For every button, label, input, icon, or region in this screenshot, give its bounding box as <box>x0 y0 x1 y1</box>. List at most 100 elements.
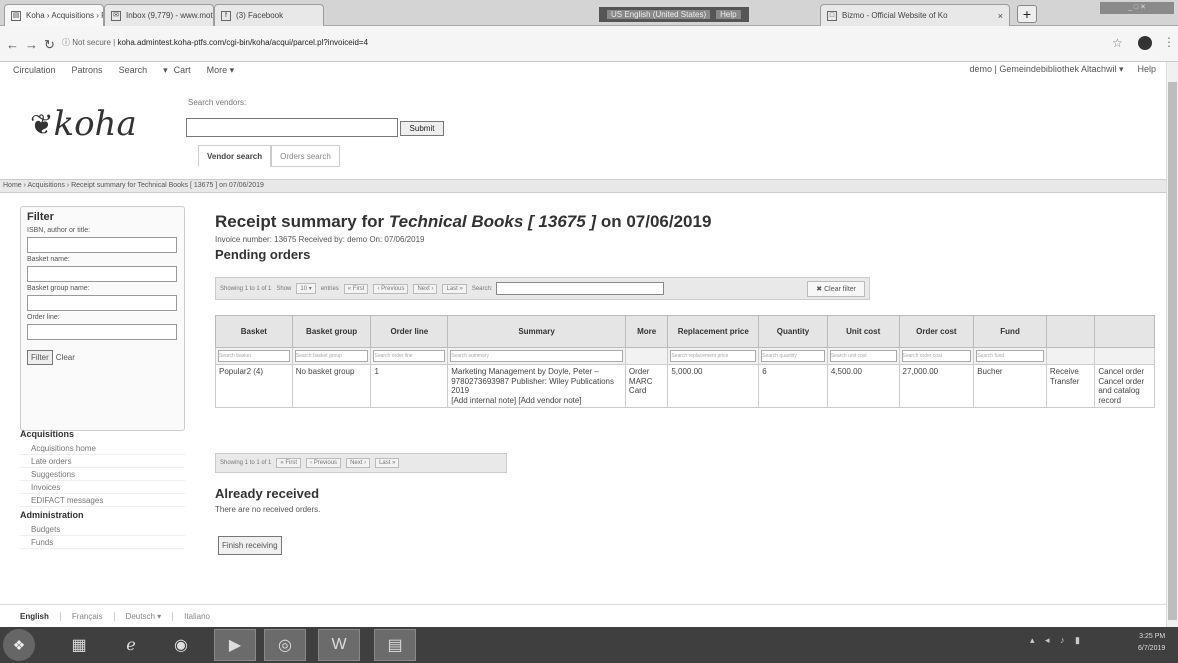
filter-basket-field[interactable]: Search basket <box>218 350 290 362</box>
col-replacement-price[interactable]: Replacement price <box>667 315 760 348</box>
sidenav-suggestions[interactable]: Suggestions <box>20 468 185 481</box>
nav-circulation[interactable]: Circulation <box>13 65 56 75</box>
browser-tab-inbox[interactable]: ✉ Inbox (9,779) - www.moto@xmu × <box>104 4 214 26</box>
filter-quantity-field[interactable]: Search quantity <box>761 350 825 362</box>
browser-tab-bizmo[interactable]: □ Bizmo - Official Website of Ko × <box>820 4 1010 26</box>
help-link[interactable]: Help <box>1137 64 1156 75</box>
close-tab-icon[interactable]: × <box>992 11 1003 21</box>
browser-menu-icon[interactable]: ⋮ <box>1163 35 1175 49</box>
col-basket-group[interactable]: Basket group <box>291 315 372 348</box>
first-page-button[interactable]: « First <box>343 283 369 294</box>
filter-order-line-field[interactable]: Search order line <box>373 350 446 362</box>
col-quantity[interactable]: Quantity <box>758 315 828 348</box>
nav-more[interactable]: More ▾ <box>207 65 235 76</box>
col-basket[interactable]: Basket <box>215 315 293 348</box>
nav-search-dropdown[interactable]: ▾ <box>163 65 168 76</box>
lang-english[interactable]: English <box>20 611 61 621</box>
lang-francais[interactable]: Français <box>61 611 115 621</box>
last-page-button-bottom[interactable]: Last » <box>375 458 400 468</box>
forward-icon[interactable]: → <box>25 37 38 52</box>
submit-button[interactable]: Submit <box>400 121 444 136</box>
reload-icon[interactable]: ↻ <box>44 37 55 53</box>
nav-search[interactable]: Search <box>119 65 148 75</box>
table-search-input[interactable] <box>495 282 664 295</box>
receive-link[interactable]: Receive <box>1050 367 1091 377</box>
filter-basket-input[interactable] <box>27 266 177 282</box>
cell-summary: Marketing Management by Doyle, Peter – 9… <box>447 363 626 409</box>
new-tab-button[interactable]: + <box>1017 5 1037 23</box>
media-icon[interactable]: ◉ <box>160 629 202 661</box>
sidenav-edifact[interactable]: EDIFACT messages <box>20 494 185 507</box>
language-bar: English Français Deutsch ▾ Italiano <box>0 604 1166 627</box>
col-order-line[interactable]: Order line <box>370 315 449 348</box>
filter-basket-group-field[interactable]: Search basket group <box>294 350 369 362</box>
browser-tab-koha[interactable]: ▤ Koha › Acquisitions › Receipt s × <box>4 4 104 26</box>
col-receive <box>1045 315 1096 348</box>
lang-deutsch[interactable]: Deutsch ▾ <box>115 611 174 621</box>
cell-basket[interactable]: Popular2 (4) <box>215 363 293 409</box>
finish-receiving-button[interactable]: Finish receiving <box>218 536 282 555</box>
chrome-icon[interactable]: ◎ <box>264 629 306 661</box>
clear-filter-button[interactable]: ✖ Clear filter <box>807 280 865 297</box>
extension-icon[interactable] <box>1138 36 1152 50</box>
col-cancel[interactable] <box>1094 315 1155 348</box>
word-icon[interactable]: W <box>318 629 360 661</box>
back-icon[interactable]: ← <box>6 37 19 52</box>
tab-vendor-search[interactable]: Vendor search <box>198 145 272 167</box>
first-page-button-bottom[interactable]: « First <box>276 458 302 468</box>
filter-replacement-price-field[interactable]: Search replacement price <box>670 350 757 362</box>
url-field[interactable]: ⓘ Not secure | koha.admintest.koha-ptfs.… <box>62 32 462 54</box>
col-more[interactable]: More <box>624 315 669 348</box>
previous-page-button-bottom[interactable]: ‹ Previous <box>306 458 342 468</box>
transfer-link[interactable]: Transfer <box>1050 377 1091 387</box>
col-order-cost[interactable]: Order cost <box>898 315 975 348</box>
previous-page-button[interactable]: ‹ Previous <box>373 283 409 294</box>
bookmark-star-icon[interactable]: ☆ <box>1112 36 1123 50</box>
lang-italiano[interactable]: Italiano <box>173 612 221 621</box>
col-summary[interactable]: Summary <box>447 315 626 348</box>
cell-more[interactable]: Order MARC Card <box>624 363 669 409</box>
sidenav-invoices[interactable]: Invoices <box>20 481 185 494</box>
filter-button[interactable]: Filter <box>27 350 53 365</box>
cancel-order-catalog-link[interactable]: Cancel order and catalog record <box>1098 377 1151 406</box>
breadcrumb[interactable]: Home › Acquisitions › Receipt summary fo… <box>0 179 1166 193</box>
info-icon[interactable]: ⓘ <box>62 38 70 47</box>
browser-tab-facebook[interactable]: f (3) Facebook <box>214 4 324 26</box>
sidenav-budgets[interactable]: Budgets <box>20 523 185 536</box>
vendor-search-input[interactable] <box>186 118 398 137</box>
col-unit-cost[interactable]: Unit cost <box>826 315 900 348</box>
next-page-button-bottom[interactable]: Next › <box>346 458 371 468</box>
filter-orderline-input[interactable] <box>27 324 177 340</box>
no-received-text: There are no received orders. <box>215 505 321 514</box>
media-player-icon[interactable]: ▶ <box>214 629 256 661</box>
windows-start-icon[interactable]: ❖ <box>3 629 35 661</box>
entries-select[interactable]: 10 ▾ <box>296 283 316 294</box>
system-tray-icons[interactable]: ▴ ◂ ♪ ▮ <box>1030 635 1084 646</box>
col-fund[interactable]: Fund <box>973 315 1047 348</box>
file-explorer-icon[interactable]: ▦ <box>58 629 100 661</box>
filter-order-cost-field[interactable]: Search order cost <box>901 350 972 362</box>
sidenav-late-orders[interactable]: Late orders <box>20 455 185 468</box>
summary-note-links[interactable]: [Add internal note] [Add vendor note] <box>451 396 622 406</box>
window-controls[interactable]: _ □ ✕ <box>1100 2 1174 14</box>
nav-patrons[interactable]: Patrons <box>72 65 103 75</box>
filter-basketgroup-input[interactable] <box>27 295 177 311</box>
next-page-button[interactable]: Next › <box>413 283 438 294</box>
sidenav-acquisitions-home[interactable]: Acquisitions home <box>20 442 185 455</box>
document-icon[interactable]: ▤ <box>374 629 416 661</box>
tab-orders-search[interactable]: Orders search <box>271 145 340 167</box>
logged-in-user[interactable]: demo | Gemeindebibliothek Altachwil ▾ <box>970 64 1124 75</box>
cancel-order-link[interactable]: Cancel order <box>1098 367 1151 377</box>
sidenav-funds[interactable]: Funds <box>20 536 185 549</box>
clear-link[interactable]: Clear <box>56 353 75 362</box>
filter-isbn-input[interactable] <box>27 237 177 253</box>
filter-fund-field[interactable]: Search fund <box>976 350 1044 362</box>
koha-logo[interactable]: ❦ koha <box>30 104 137 144</box>
taskbar-clock[interactable]: 3:25 PM 6/7/2019 <box>1138 631 1165 655</box>
last-page-button[interactable]: Last » <box>442 283 467 294</box>
filter-unit-cost-field[interactable]: Search unit cost <box>829 350 897 362</box>
internet-explorer-icon[interactable]: ℯ <box>110 629 152 661</box>
nav-cart[interactable]: Cart <box>174 65 191 75</box>
filter-summary-field[interactable]: Search summary <box>450 350 623 362</box>
scrollbar-thumb[interactable] <box>1168 82 1177 620</box>
